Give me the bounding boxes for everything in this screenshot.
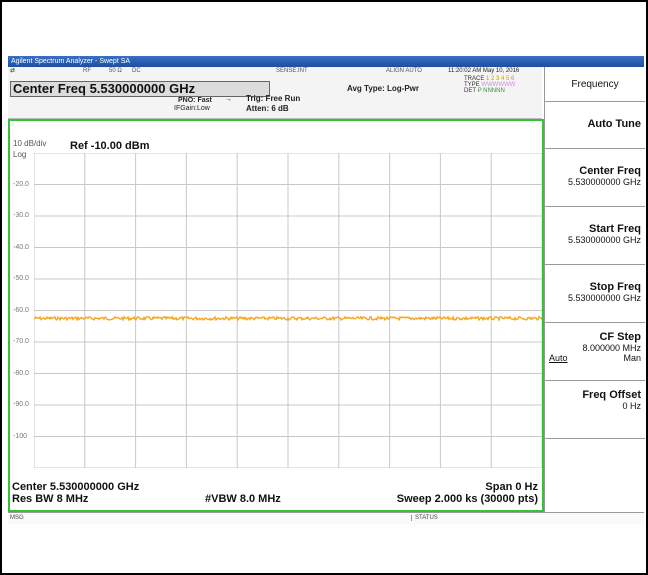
center-freq-display[interactable]: Center Freq 5.530000000 GHz xyxy=(10,81,270,97)
msg-label: MSG xyxy=(10,515,24,521)
y-axis-tick-label: -50.0 xyxy=(13,275,29,282)
freq-offset-key[interactable]: Freq Offset 0 Hz xyxy=(545,381,645,439)
coupling-label: DC xyxy=(132,68,141,74)
stop-freq-key-value: 5.530000000 GHz xyxy=(567,293,641,303)
span-label: Span 0 Hz xyxy=(485,481,538,493)
cf-step-key-value: 8.000000 MHz xyxy=(582,343,641,353)
det-value: P NNNNN xyxy=(477,88,505,94)
y-axis-tick-label: -20.0 xyxy=(13,180,29,188)
vbw-label: #VBW 8.0 MHz xyxy=(205,493,281,505)
pno-label: PNO: Fast xyxy=(178,97,212,104)
trace-plot xyxy=(34,153,542,468)
start-freq-key-value: 5.530000000 GHz xyxy=(567,235,641,245)
start-freq-key-title: Start Freq xyxy=(589,223,641,235)
cf-step-auto[interactable]: Auto xyxy=(549,353,568,363)
softkey-panel: Frequency Auto Tune Center Freq 5.530000… xyxy=(544,67,645,512)
rf-label: RF xyxy=(83,68,91,74)
cf-step-key[interactable]: CF Step 8.000000 MHz Auto Man xyxy=(545,323,645,381)
datetime-label: 11:20:02 AM May 10, 2016 xyxy=(448,68,520,74)
y-axis-tick-label: -90.0 xyxy=(13,401,29,408)
y-axis-tick-label: -30.0 xyxy=(13,212,29,219)
res-bw-label: Res BW 8 MHz xyxy=(12,493,89,505)
lxi-icon: ⇄ xyxy=(10,68,16,74)
menu-title: Frequency xyxy=(545,67,645,102)
sense-label: SENSE:INT xyxy=(276,68,308,74)
sweep-label: Sweep 2.000 ks (30000 pts) xyxy=(396,493,538,505)
trace-info: TRACE 1 2 3 4 5 6 TYPE WWWWWW DET P NNNN… xyxy=(464,76,515,94)
center-freq-key-value: 5.530000000 GHz xyxy=(567,177,641,187)
freq-offset-key-title: Freq Offset xyxy=(582,389,641,401)
ref-level-label: Ref -10.00 dBm xyxy=(70,140,150,152)
y-axis-tick-label: -100 xyxy=(13,432,28,440)
start-freq-key[interactable]: Start Freq 5.530000000 GHz xyxy=(545,207,645,265)
cf-step-key-title: CF Step xyxy=(599,331,641,343)
y-axis-tick-label: -80.0 xyxy=(13,369,29,377)
y-axis-tick-label: -60.0 xyxy=(13,306,29,314)
screenshot-frame: Agilent Spectrum Analyzer - Swept SA ⇄ R… xyxy=(0,0,648,575)
graticule-panel[interactable]: 10 dB/div Ref -10.00 dBm Log -20.0 -30.0 -… xyxy=(8,119,544,512)
freq-offset-key-value: 0 Hz xyxy=(622,401,641,411)
det-label: DET xyxy=(464,88,476,94)
atten-label: Atten: 6 dB xyxy=(246,104,289,113)
sweep-info: Center 5.530000000 GHz Res BW 8 MHz #VBW… xyxy=(10,479,542,511)
center-freq-key-title: Center Freq xyxy=(579,165,641,177)
blank-key[interactable] xyxy=(545,439,645,512)
avg-type-label: Avg Type: Log-Pwr xyxy=(347,84,419,93)
cf-step-man[interactable]: Man xyxy=(623,353,641,363)
center-label: Center 5.530000000 GHz xyxy=(12,481,140,493)
status-label: STATUS xyxy=(411,515,438,521)
status-bar: MSG STATUS xyxy=(8,512,644,524)
stop-freq-key-title: Stop Freq xyxy=(589,281,641,293)
pno-arrow-icon: → xyxy=(225,96,232,103)
center-freq-key[interactable]: Center Freq 5.530000000 GHz xyxy=(545,149,645,207)
settings-bar: ⇄ RF 50 Ω DC SENSE:INT ALIGN AUTO 11:20:… xyxy=(8,67,542,119)
stop-freq-key[interactable]: Stop Freq 5.530000000 GHz xyxy=(545,265,645,323)
trig-label: Trig: Free Run xyxy=(246,94,301,103)
log-label: Log xyxy=(13,150,27,159)
ifgain-label: IFGain:Low xyxy=(174,105,210,112)
auto-tune-label: Auto Tune xyxy=(587,118,641,130)
impedance-label: 50 Ω xyxy=(109,68,122,74)
y-axis-tick-label: -40.0 xyxy=(13,243,29,251)
scale-label: 10 dB/div xyxy=(13,139,47,148)
window-title: Agilent Spectrum Analyzer - Swept SA xyxy=(8,56,644,67)
y-axis-tick-label: -70.0 xyxy=(13,338,29,345)
auto-tune-key[interactable]: Auto Tune xyxy=(545,102,645,149)
align-label: ALIGN AUTO xyxy=(386,68,422,74)
